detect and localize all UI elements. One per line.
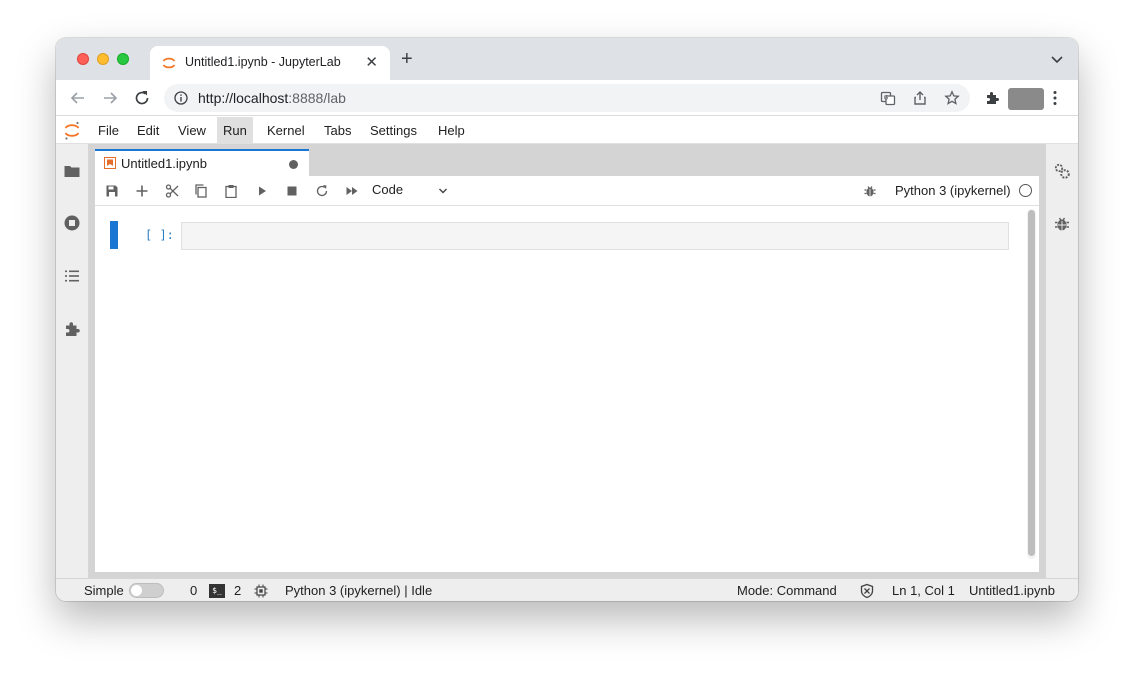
jupyter-menubar: File Edit View Run Kernel Tabs Settings … bbox=[56, 117, 1078, 144]
kernels-count[interactable]: 2 bbox=[234, 583, 241, 598]
chevron-down-icon bbox=[439, 188, 447, 194]
toggle-knob bbox=[131, 585, 142, 596]
browser-tab-active[interactable]: Untitled1.ipynb - JupyterLab ✕ bbox=[150, 46, 390, 80]
jupyter-main-area: Untitled1.ipynb Code Python 3 (ipykernel… bbox=[56, 144, 1078, 578]
table-of-contents-icon[interactable] bbox=[63, 267, 81, 285]
kernel-status-text[interactable]: Python 3 (ipykernel) | Idle bbox=[285, 583, 432, 598]
extension-manager-puzzle-icon[interactable] bbox=[63, 320, 81, 338]
scrollbar-thumb[interactable] bbox=[1028, 210, 1035, 556]
unsaved-changes-indicator[interactable] bbox=[289, 160, 298, 169]
code-cell-editor[interactable] bbox=[181, 222, 1009, 250]
save-icon[interactable] bbox=[105, 184, 119, 198]
input-prompt: [ ]: bbox=[145, 228, 174, 242]
cut-scissors-icon[interactable] bbox=[165, 184, 179, 198]
terminal-icon[interactable]: $_ bbox=[209, 584, 225, 598]
notebook-scrollbar[interactable] bbox=[1027, 209, 1036, 559]
cursor-position-text[interactable]: Ln 1, Col 1 bbox=[892, 583, 955, 598]
insert-cell-plus-icon[interactable] bbox=[135, 184, 149, 198]
terminals-count[interactable]: 0 bbox=[190, 583, 197, 598]
translate-icon[interactable]: G bbox=[880, 90, 896, 106]
left-sidebar bbox=[56, 144, 89, 578]
more-options-icon[interactable] bbox=[1052, 90, 1058, 106]
cell-type-value: Code bbox=[372, 182, 404, 197]
dock-panel: Untitled1.ipynb Code Python 3 (ipykernel… bbox=[89, 144, 1045, 578]
cell-type-select[interactable]: Code bbox=[372, 182, 452, 200]
notebook-tab-title: Untitled1.ipynb bbox=[121, 156, 207, 171]
zoom-window-button[interactable] bbox=[117, 53, 129, 65]
forward-arrow-icon[interactable] bbox=[100, 88, 120, 108]
menu-edit[interactable]: Edit bbox=[131, 117, 165, 144]
interrupt-stop-icon[interactable] bbox=[285, 184, 299, 198]
simple-mode-toggle[interactable] bbox=[129, 583, 164, 598]
jupyter-logo-icon bbox=[64, 121, 80, 140]
jupyter-favicon-icon bbox=[162, 57, 176, 69]
url-host: http://localhost bbox=[198, 90, 289, 106]
url-text[interactable]: http://localhost:8888/lab bbox=[198, 90, 346, 106]
minimize-window-button[interactable] bbox=[97, 53, 109, 65]
browser-tab-title: Untitled1.ipynb - JupyterLab bbox=[185, 55, 341, 69]
status-bar: Simple 0 $_ 2 Python 3 (ipykernel) | Idl… bbox=[56, 578, 1078, 601]
trusted-shield-icon[interactable] bbox=[859, 583, 875, 599]
debugger-bug-icon[interactable] bbox=[863, 184, 877, 198]
restart-run-all-fast-forward-icon[interactable] bbox=[345, 184, 359, 198]
svg-text:G: G bbox=[884, 94, 889, 101]
run-cell-play-icon[interactable] bbox=[255, 184, 269, 198]
active-cell-collapser[interactable] bbox=[110, 221, 118, 249]
paste-clipboard-icon[interactable] bbox=[224, 184, 238, 198]
browser-window: Untitled1.ipynb - JupyterLab ✕ + http://… bbox=[56, 38, 1078, 601]
property-inspector-gears-icon[interactable] bbox=[1053, 162, 1071, 180]
current-file-name: Untitled1.ipynb bbox=[969, 583, 1055, 598]
copy-icon[interactable] bbox=[194, 184, 208, 198]
notebook-cells-area[interactable]: [ ]: bbox=[95, 207, 1039, 572]
menu-file[interactable]: File bbox=[92, 117, 125, 144]
kernel-name-button[interactable]: Python 3 (ipykernel) bbox=[895, 183, 1011, 198]
notebook-panel: Code Python 3 (ipykernel) []: bbox=[95, 176, 1039, 572]
browser-tabstrip: Untitled1.ipynb - JupyterLab ✕ + bbox=[56, 38, 1078, 80]
kernel-idle-status-icon bbox=[1019, 184, 1032, 197]
extensions-puzzle-icon[interactable] bbox=[984, 90, 1000, 106]
notebook-icon bbox=[104, 157, 116, 169]
file-browser-folder-icon[interactable] bbox=[63, 162, 81, 180]
address-bar[interactable]: http://localhost:8888/lab G bbox=[164, 84, 970, 112]
notebook-toolbar: Code Python 3 (ipykernel) bbox=[95, 176, 1039, 206]
close-window-button[interactable] bbox=[77, 53, 89, 65]
site-info-icon[interactable] bbox=[174, 91, 188, 105]
new-tab-button[interactable]: + bbox=[401, 49, 413, 69]
back-arrow-icon[interactable] bbox=[68, 88, 88, 108]
debugger-bug-sidebar-icon[interactable] bbox=[1053, 215, 1071, 233]
running-sessions-stop-icon[interactable] bbox=[63, 214, 81, 232]
menu-tabs[interactable]: Tabs bbox=[318, 117, 357, 144]
notebook-tab[interactable]: Untitled1.ipynb bbox=[95, 149, 309, 176]
menu-settings[interactable]: Settings bbox=[364, 117, 423, 144]
menu-view[interactable]: View bbox=[172, 117, 212, 144]
share-icon[interactable] bbox=[912, 90, 928, 106]
menu-help[interactable]: Help bbox=[432, 117, 471, 144]
notebook-mode-text: Mode: Command bbox=[737, 583, 837, 598]
menu-run[interactable]: Run bbox=[217, 117, 253, 144]
reload-icon[interactable] bbox=[132, 88, 152, 108]
menu-kernel[interactable]: Kernel bbox=[261, 117, 311, 144]
bookmark-star-icon[interactable] bbox=[944, 90, 960, 106]
profile-avatar[interactable] bbox=[1008, 88, 1044, 110]
browser-toolbar: http://localhost:8888/lab G bbox=[56, 80, 1078, 116]
url-path: :8888/lab bbox=[288, 90, 346, 106]
simple-mode-label: Simple bbox=[84, 583, 124, 598]
right-sidebar bbox=[1045, 144, 1078, 578]
browser-tab-close-icon[interactable]: ✕ bbox=[365, 53, 378, 71]
tab-search-chevron-icon[interactable] bbox=[1050, 52, 1064, 66]
kernel-chip-icon[interactable] bbox=[254, 584, 268, 598]
restart-kernel-icon[interactable] bbox=[315, 184, 329, 198]
